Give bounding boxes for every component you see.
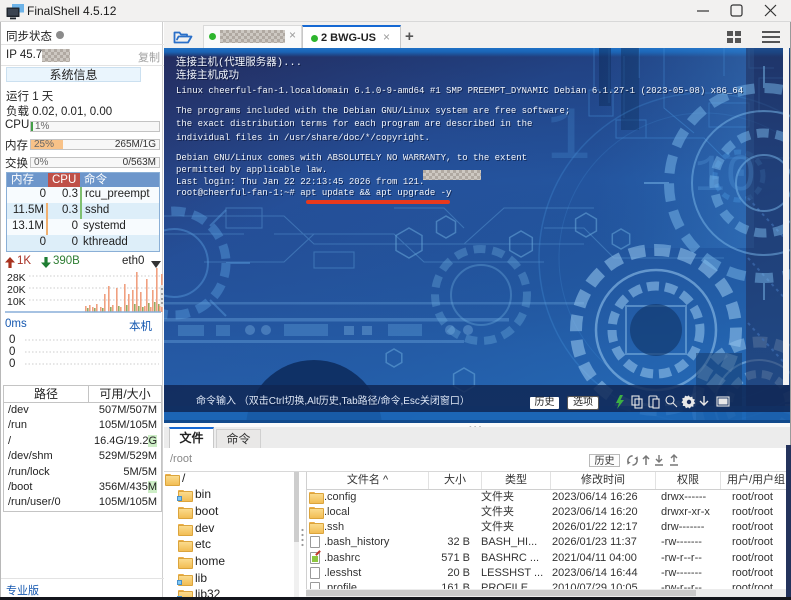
svg-text:10: 10 — [694, 147, 756, 206]
